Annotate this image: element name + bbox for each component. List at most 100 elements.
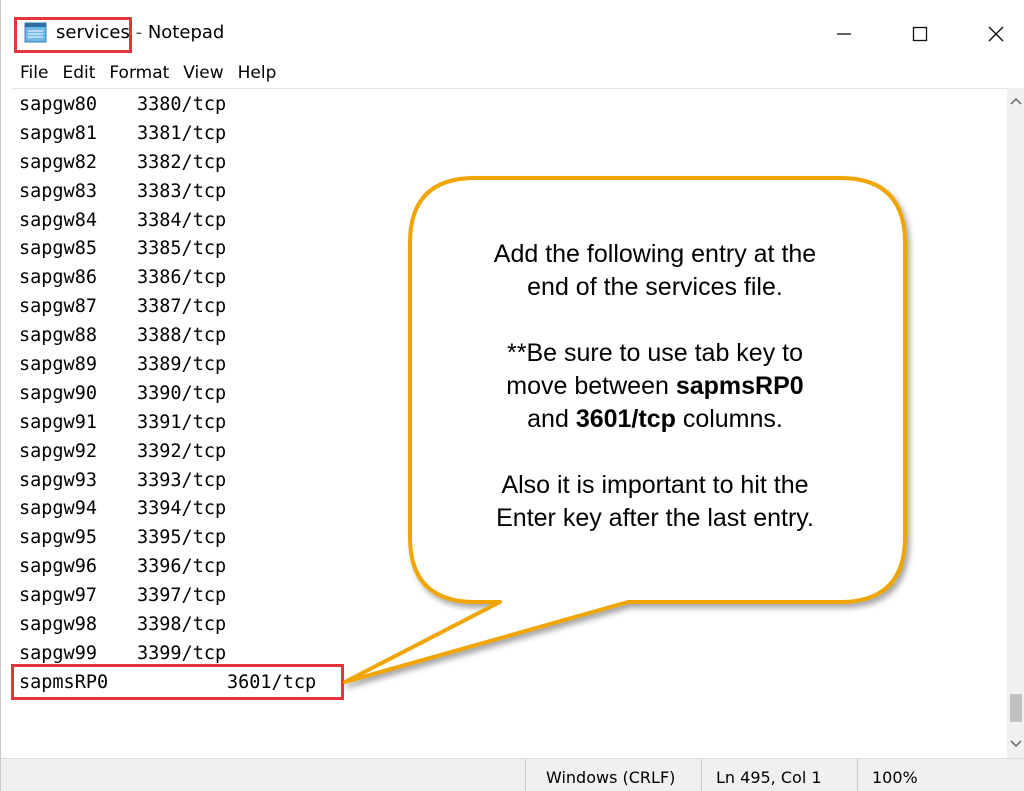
service-port: 3394/tcp <box>137 498 227 520</box>
service-port: 3393/tcp <box>137 469 227 491</box>
notepad-icon <box>24 22 47 43</box>
menu-format[interactable]: Format <box>109 62 169 88</box>
text-line: sapgw97 3397/tcp <box>19 582 226 611</box>
menu-bar: File Edit Format View Help <box>1 62 1024 88</box>
service-name: sapgw83 <box>19 180 97 202</box>
close-icon <box>988 26 1004 42</box>
service-port: 3386/tcp <box>137 267 227 289</box>
title-app-name: Notepad <box>147 22 225 43</box>
menu-edit[interactable]: Edit <box>62 62 95 88</box>
service-port: 3398/tcp <box>137 614 227 636</box>
status-cursor-position: Ln 495, Col 1 <box>701 759 857 791</box>
text-line: sapgw90 3390/tcp <box>19 380 226 409</box>
close-button[interactable] <box>973 14 1019 54</box>
last-entry-highlight: sapmsRP0 3601/tcp <box>11 664 344 700</box>
minimize-icon <box>837 33 851 35</box>
minimize-button[interactable] <box>821 14 867 54</box>
service-name: sapgw81 <box>19 122 97 144</box>
service-name: sapgw87 <box>19 296 97 318</box>
text-line: sapgw87 3387/tcp <box>19 293 226 322</box>
scroll-thumb[interactable] <box>1010 694 1022 722</box>
service-name: sapgw96 <box>19 556 97 578</box>
text-line: sapgw80 3380/tcp <box>19 91 226 120</box>
callout-line-1: Add the following entry at the <box>493 240 817 268</box>
callout-line-6: Also it is important to hit the <box>501 471 809 499</box>
service-port: 3395/tcp <box>137 527 227 549</box>
service-name: sapgw94 <box>19 498 97 520</box>
service-name: sapgw98 <box>19 614 97 636</box>
text-line: sapgw95 3395/tcp <box>19 524 226 553</box>
service-port: 3397/tcp <box>137 585 227 607</box>
status-zoom: 100% <box>857 759 1024 791</box>
service-port: 3390/tcp <box>137 382 227 404</box>
service-name: sapgw84 <box>19 209 97 231</box>
callout-line-4: move between sapmsRP0 <box>440 370 870 403</box>
last-entry-name: sapmsRP0 <box>19 672 109 693</box>
service-name: sapgw89 <box>19 354 97 376</box>
service-name: sapgw88 <box>19 325 97 347</box>
callout-line-2: end of the services file. <box>527 273 783 301</box>
service-port: 3383/tcp <box>137 180 227 202</box>
callout-line-7: Enter key after the last entry. <box>496 504 814 532</box>
service-port: 3388/tcp <box>137 325 227 347</box>
window-title: services - Notepad <box>56 22 224 43</box>
scroll-up-button[interactable] <box>1007 93 1024 109</box>
callout-line-5-prefix: and <box>527 405 576 433</box>
service-port: 3381/tcp <box>137 122 227 144</box>
service-port: 3399/tcp <box>137 642 227 664</box>
maximize-button[interactable] <box>897 14 943 54</box>
text-line: sapgw81 3381/tcp <box>19 120 226 149</box>
text-line: sapgw85 3385/tcp <box>19 235 226 264</box>
callout-line-5-suffix: columns. <box>675 405 783 433</box>
text-line: sapgw96 3396/tcp <box>19 553 226 582</box>
service-port: 3389/tcp <box>137 354 227 376</box>
maximize-icon <box>912 26 928 42</box>
title-separator: - <box>135 22 143 43</box>
service-name: sapgw80 <box>19 94 97 115</box>
last-entry-port: 3601/tcp <box>227 672 317 693</box>
service-name: sapgw86 <box>19 267 97 289</box>
vertical-scrollbar[interactable] <box>1007 88 1024 758</box>
text-lines: sapgw80 3380/tcp sapgw81 3381/tcp sapgw82 338… <box>19 91 226 669</box>
service-port: 3392/tcp <box>137 440 227 462</box>
status-bar: Windows (CRLF) Ln 495, Col 1 100% <box>1 758 1024 791</box>
text-line: sapgw84 3384/tcp <box>19 207 226 236</box>
service-port: 3384/tcp <box>137 209 227 231</box>
text-line: sapgw94 3394/tcp <box>19 495 226 524</box>
service-name: sapgw82 <box>19 151 97 173</box>
status-encoding: Windows (CRLF) <box>525 759 701 791</box>
service-port: 3382/tcp <box>137 151 227 173</box>
callout-line-5: and 3601/tcp columns. <box>440 403 870 436</box>
title-file-name: services <box>56 22 130 43</box>
service-port: 3387/tcp <box>137 296 227 318</box>
text-line: sapgw98 3398/tcp <box>19 611 226 640</box>
callout-bold-sapmsrp0: sapmsRP0 <box>675 372 804 400</box>
text-line: sapgw82 3382/tcp <box>19 149 226 178</box>
service-port: 3396/tcp <box>137 556 227 578</box>
title-bar[interactable]: services - Notepad <box>1 0 1024 62</box>
text-line: sapgw91 3391/tcp <box>19 409 226 438</box>
chevron-up-icon <box>1010 98 1022 105</box>
service-port: 3385/tcp <box>137 238 227 260</box>
text-line: sapgw86 3386/tcp <box>19 264 226 293</box>
text-line: sapgw92 3392/tcp <box>19 438 226 467</box>
service-name: sapgw91 <box>19 411 97 433</box>
service-name: sapgw97 <box>19 585 97 607</box>
menu-view[interactable]: View <box>183 62 223 88</box>
chevron-down-icon <box>1010 740 1022 747</box>
service-port: 3380/tcp <box>137 94 227 115</box>
service-name: sapgw90 <box>19 382 97 404</box>
scroll-down-button[interactable] <box>1007 736 1024 752</box>
text-line: sapgw93 3393/tcp <box>19 467 226 496</box>
callout-line-3: **Be sure to use tab key to <box>506 339 803 367</box>
text-line: sapgw88 3388/tcp <box>19 322 226 351</box>
menu-help[interactable]: Help <box>238 62 277 88</box>
service-name: sapgw95 <box>19 527 97 549</box>
callout-bold-port: 3601/tcp <box>575 405 676 433</box>
callout-text: Add the following entry at the end of th… <box>440 238 870 535</box>
service-name: sapgw92 <box>19 440 97 462</box>
menu-file[interactable]: File <box>20 62 48 88</box>
text-line: sapgw83 3383/tcp <box>19 178 226 207</box>
service-port: 3391/tcp <box>137 411 227 433</box>
text-line: sapgw89 3389/tcp <box>19 351 226 380</box>
